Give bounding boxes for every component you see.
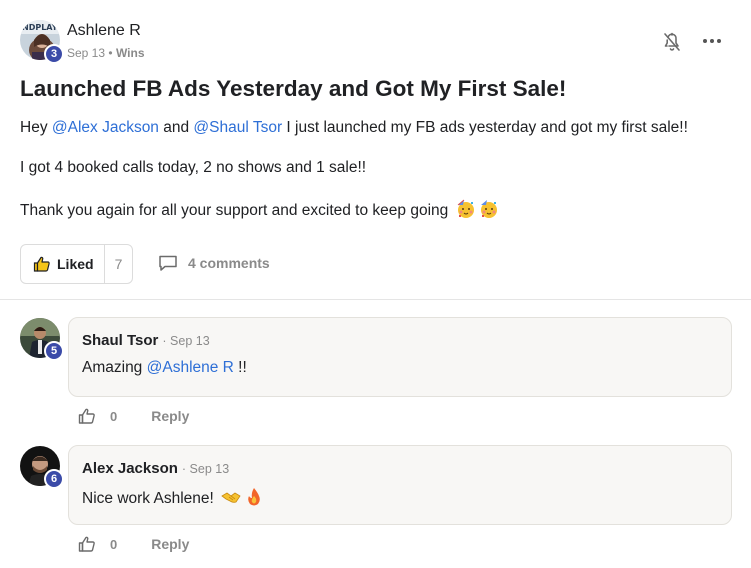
commenter-level-badge: 5	[44, 341, 64, 361]
post-meta: Sep 13 • Wins	[67, 46, 145, 60]
post-body-line-2: I got 4 booked calls today, 2 no shows a…	[20, 159, 367, 176]
handshake-emoji	[221, 492, 241, 503]
reply-button[interactable]: Reply	[151, 536, 189, 552]
thumbs-up-outline-icon[interactable]	[78, 407, 98, 425]
more-options-icon[interactable]	[700, 31, 724, 51]
mention-link-ashlene[interactable]: @Ashlene R	[147, 359, 234, 376]
post-body-line-1: Hey @Alex Jackson and @Shaul Tsor I just…	[20, 119, 688, 137]
comment-like-count: 0	[110, 408, 118, 424]
commenter-level-badge: 6	[44, 469, 64, 489]
meta-separator: •	[108, 46, 113, 60]
body-text: Hey	[20, 119, 52, 136]
post-title: Launched FB Ads Yesterday and Got My Fir…	[20, 76, 567, 101]
comment-text-part: !!	[233, 359, 247, 376]
comment-date: · Sep 13	[181, 462, 230, 476]
post-date: Sep 13	[67, 46, 106, 60]
comments-link[interactable]: 4 comments	[158, 254, 270, 272]
mention-link-shaul[interactable]: @Shaul Tsor	[193, 119, 282, 136]
partying-face-emoji	[457, 199, 474, 218]
comment-like-count: 0	[110, 536, 118, 552]
liked-label: Liked	[57, 256, 94, 272]
fire-emoji	[248, 488, 260, 506]
comment-bubble: Alex Jackson · Sep 13 Nice work Ashlene!	[68, 445, 732, 525]
body-text: I just launched my FB ads yesterday and …	[282, 119, 688, 136]
post-category[interactable]: Wins	[116, 46, 145, 60]
svg-text:NDPLAY: NDPLAY	[22, 23, 58, 32]
comment-bubble: Shaul Tsor · Sep 13 Amazing @Ashlene R !!	[68, 317, 732, 397]
like-group: Liked 7	[20, 244, 133, 284]
comment-actions: 0 Reply	[78, 407, 189, 425]
bell-off-icon[interactable]	[660, 30, 684, 54]
thumbs-up-outline-icon[interactable]	[78, 535, 98, 553]
comment-author-name[interactable]: Shaul Tsor	[82, 332, 158, 349]
like-count[interactable]: 7	[105, 245, 132, 283]
comment-author-name[interactable]: Alex Jackson	[82, 460, 178, 477]
reply-button[interactable]: Reply	[151, 408, 189, 424]
post-card: NDPLAY 3 Ashlene R Sep 13 • Wins Launche…	[0, 0, 751, 300]
body-text: and	[158, 119, 194, 136]
comment-date: · Sep 13	[162, 334, 210, 348]
mention-link-alex[interactable]: @Alex Jackson	[52, 119, 159, 136]
partying-face-emoji	[480, 200, 497, 218]
comment-author: Shaul Tsor · Sep 13	[82, 332, 210, 349]
post-body-line-3: Thank you again for all your support and…	[20, 199, 499, 220]
comment-text-part: Amazing	[82, 359, 147, 376]
post-divider	[0, 299, 751, 300]
comment-text-part: Nice work Ashlene!	[82, 490, 214, 507]
comment-text: Amazing @Ashlene R !!	[82, 359, 247, 377]
comment-actions: 0 Reply	[78, 535, 189, 553]
liked-button[interactable]: Liked	[21, 245, 105, 283]
comment-text: Nice work Ashlene!	[82, 487, 264, 508]
comment-author: Alex Jackson · Sep 13	[82, 460, 229, 477]
author-level-badge: 3	[44, 44, 64, 64]
author-name[interactable]: Ashlene R	[67, 22, 141, 40]
body-text: Thank you again for all your support and…	[20, 202, 449, 219]
comment-icon	[159, 255, 177, 271]
thumbs-up-filled-icon	[33, 256, 50, 272]
comments-count-label: 4 comments	[188, 255, 270, 271]
